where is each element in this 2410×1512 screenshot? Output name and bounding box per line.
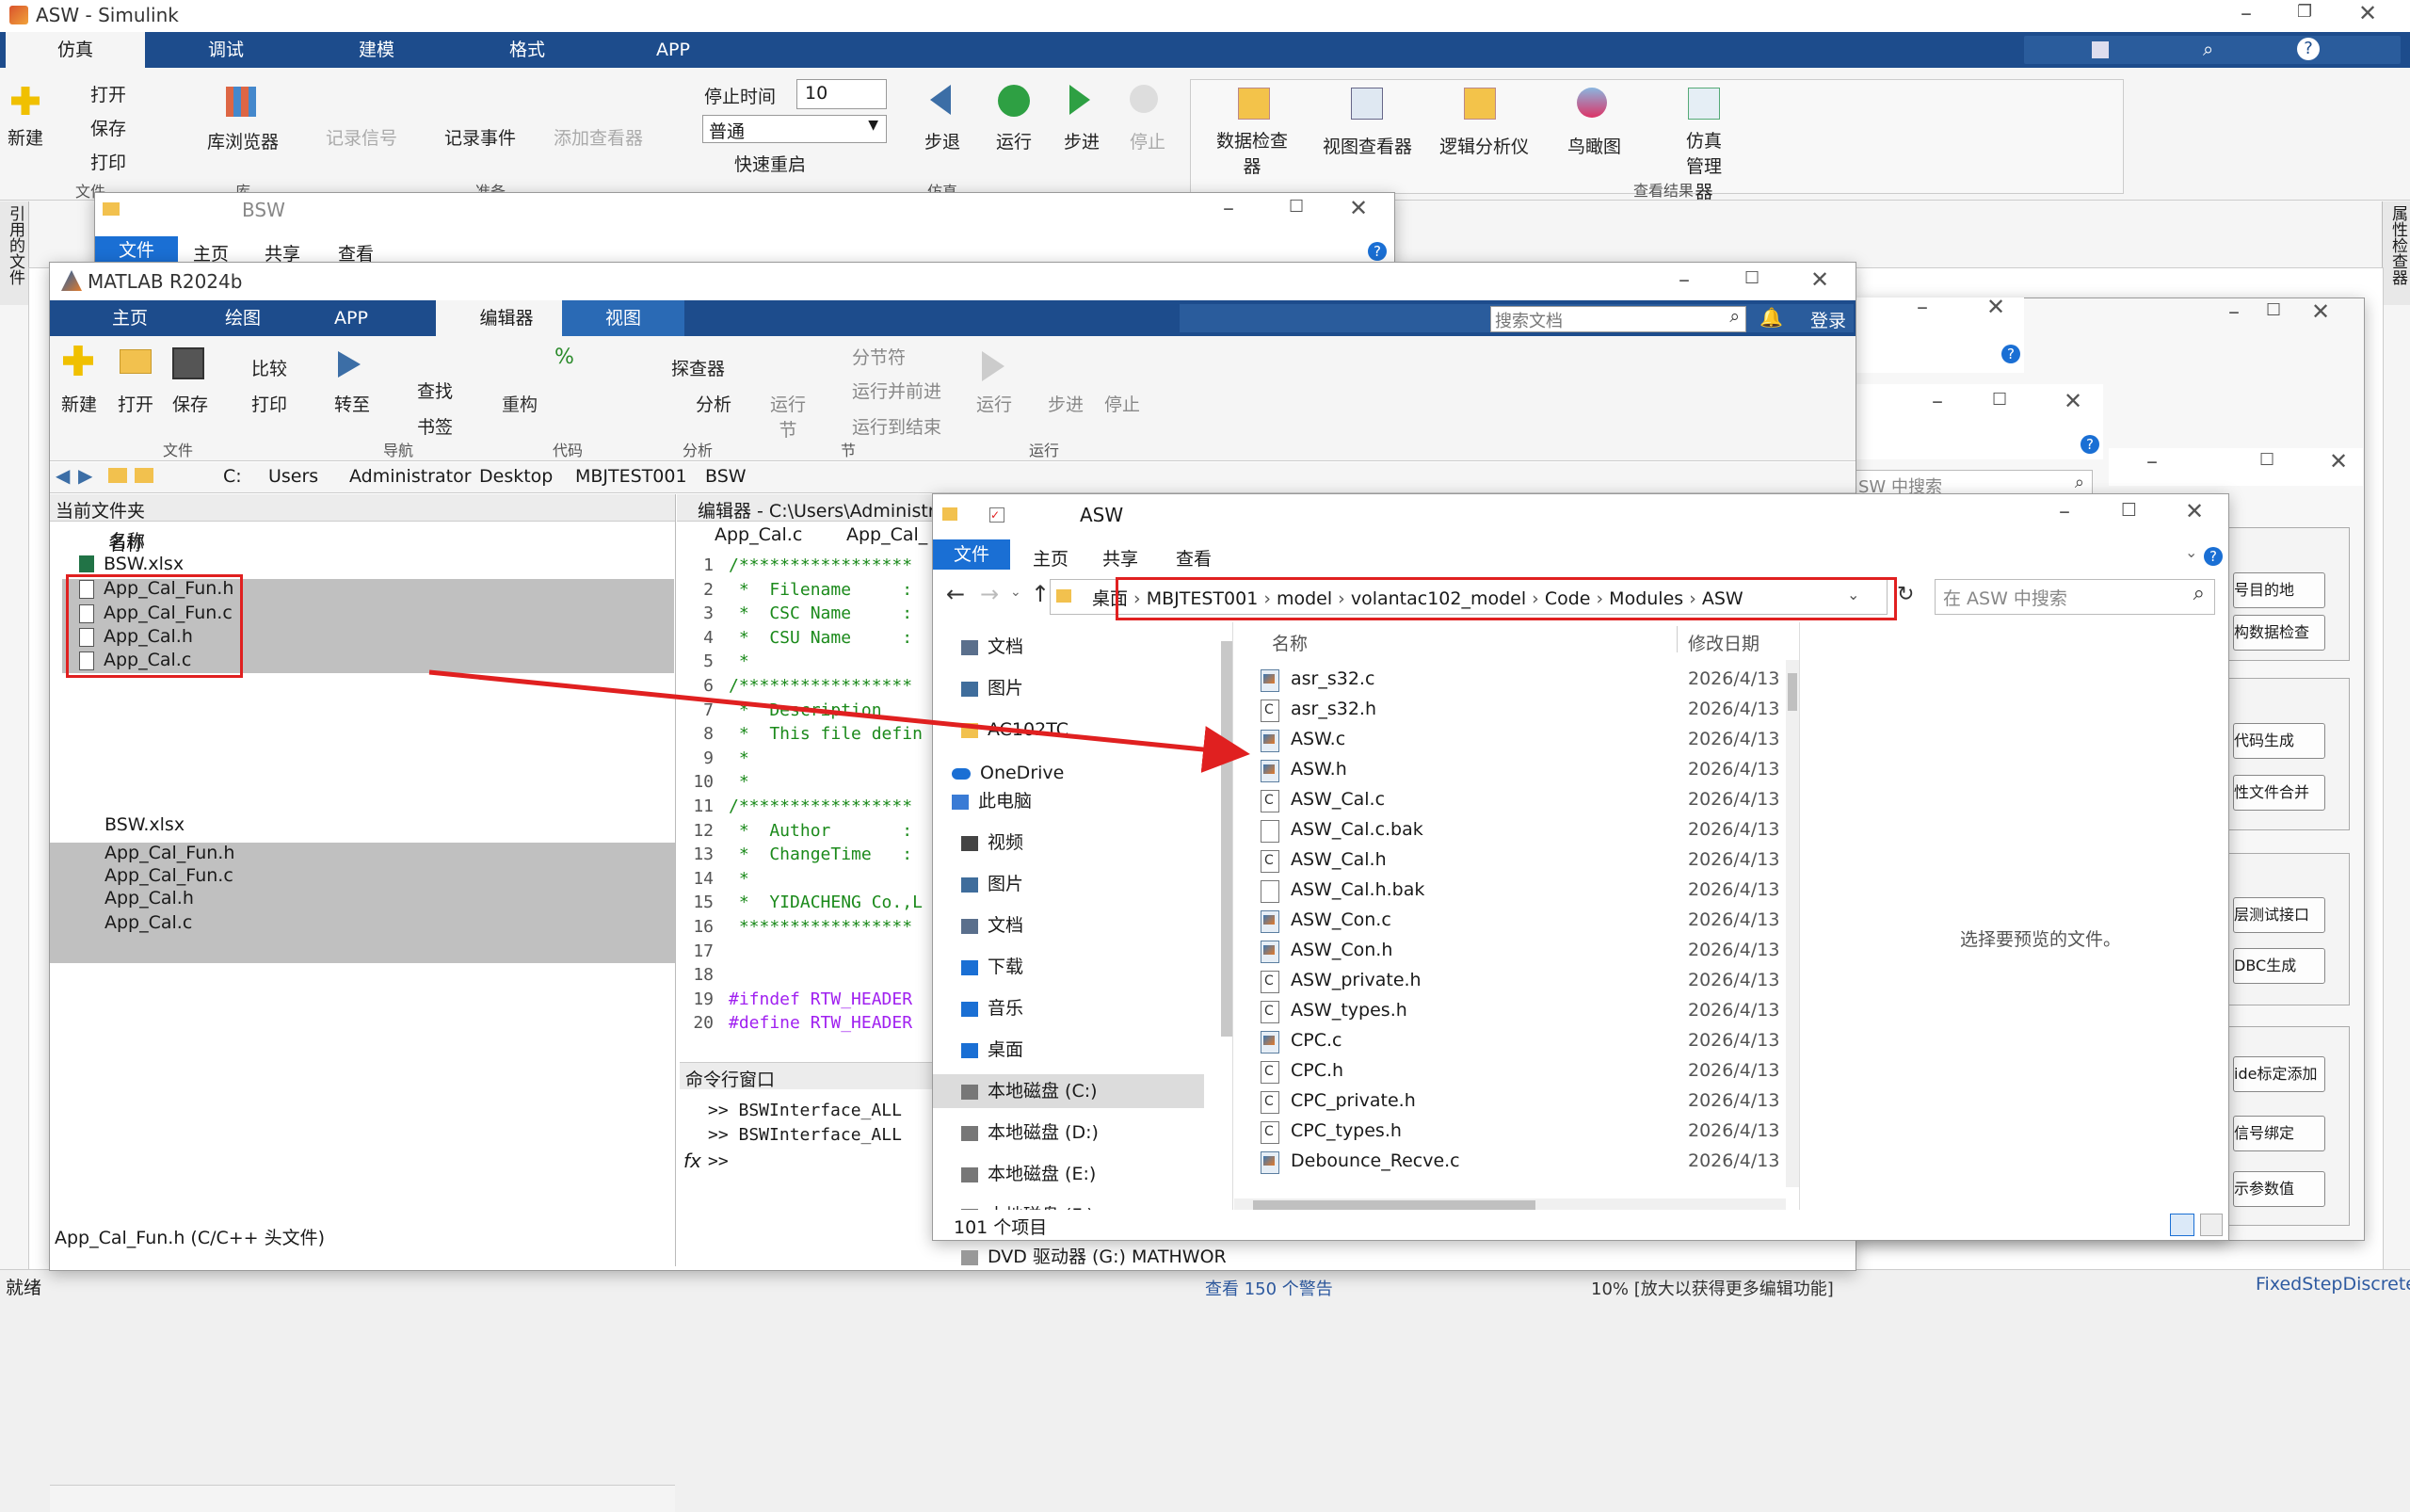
arrow-line (428, 669, 1250, 773)
drag-arrow (428, 669, 1250, 773)
details-bar (50, 1485, 675, 1512)
